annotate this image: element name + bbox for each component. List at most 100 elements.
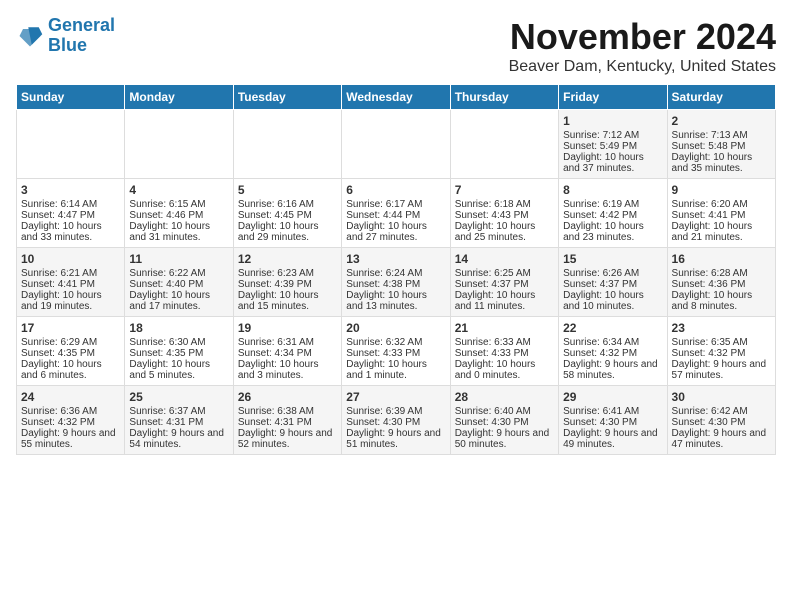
day-number: 30 (672, 390, 771, 404)
day-number: 6 (346, 183, 445, 197)
daylight-text: Daylight: 10 hours and 17 minutes. (129, 290, 228, 312)
calendar-cell: 22Sunrise: 6:34 AMSunset: 4:32 PMDayligh… (559, 317, 667, 386)
sunset-text: Sunset: 4:43 PM (455, 210, 554, 221)
calendar-cell (342, 110, 450, 179)
day-number: 10 (21, 252, 120, 266)
sunrise-text: Sunrise: 6:30 AM (129, 337, 228, 348)
sunset-text: Sunset: 4:33 PM (455, 348, 554, 359)
day-number: 7 (455, 183, 554, 197)
calendar-cell: 15Sunrise: 6:26 AMSunset: 4:37 PMDayligh… (559, 248, 667, 317)
sunrise-text: Sunrise: 7:12 AM (563, 130, 662, 141)
calendar-cell: 25Sunrise: 6:37 AMSunset: 4:31 PMDayligh… (125, 386, 233, 455)
day-header-thursday: Thursday (450, 85, 558, 110)
calendar-cell: 3Sunrise: 6:14 AMSunset: 4:47 PMDaylight… (17, 179, 125, 248)
calendar-cell (125, 110, 233, 179)
calendar-cell: 27Sunrise: 6:39 AMSunset: 4:30 PMDayligh… (342, 386, 450, 455)
calendar-cell: 19Sunrise: 6:31 AMSunset: 4:34 PMDayligh… (233, 317, 341, 386)
day-number: 26 (238, 390, 337, 404)
sunset-text: Sunset: 4:45 PM (238, 210, 337, 221)
calendar-cell: 26Sunrise: 6:38 AMSunset: 4:31 PMDayligh… (233, 386, 341, 455)
daylight-text: Daylight: 10 hours and 8 minutes. (672, 290, 771, 312)
day-number: 19 (238, 321, 337, 335)
day-number: 3 (21, 183, 120, 197)
daylight-text: Daylight: 10 hours and 0 minutes. (455, 359, 554, 381)
daylight-text: Daylight: 9 hours and 47 minutes. (672, 428, 771, 450)
day-number: 16 (672, 252, 771, 266)
week-row-5: 24Sunrise: 6:36 AMSunset: 4:32 PMDayligh… (17, 386, 776, 455)
daylight-text: Daylight: 9 hours and 51 minutes. (346, 428, 445, 450)
day-number: 8 (563, 183, 662, 197)
daylight-text: Daylight: 9 hours and 58 minutes. (563, 359, 662, 381)
sunrise-text: Sunrise: 7:13 AM (672, 130, 771, 141)
sunset-text: Sunset: 4:30 PM (346, 417, 445, 428)
daylight-text: Daylight: 9 hours and 57 minutes. (672, 359, 771, 381)
calendar-cell: 18Sunrise: 6:30 AMSunset: 4:35 PMDayligh… (125, 317, 233, 386)
daylight-text: Daylight: 10 hours and 5 minutes. (129, 359, 228, 381)
day-number: 20 (346, 321, 445, 335)
sunset-text: Sunset: 5:48 PM (672, 141, 771, 152)
calendar-cell: 9Sunrise: 6:20 AMSunset: 4:41 PMDaylight… (667, 179, 775, 248)
daylight-text: Daylight: 10 hours and 3 minutes. (238, 359, 337, 381)
day-number: 2 (672, 114, 771, 128)
day-number: 13 (346, 252, 445, 266)
sunset-text: Sunset: 4:46 PM (129, 210, 228, 221)
sunrise-text: Sunrise: 6:28 AM (672, 268, 771, 279)
week-row-3: 10Sunrise: 6:21 AMSunset: 4:41 PMDayligh… (17, 248, 776, 317)
sunrise-text: Sunrise: 6:26 AM (563, 268, 662, 279)
calendar-cell: 4Sunrise: 6:15 AMSunset: 4:46 PMDaylight… (125, 179, 233, 248)
sunrise-text: Sunrise: 6:24 AM (346, 268, 445, 279)
sunset-text: Sunset: 4:31 PM (238, 417, 337, 428)
logo: General Blue (16, 16, 115, 56)
sunrise-text: Sunrise: 6:40 AM (455, 406, 554, 417)
sunrise-text: Sunrise: 6:23 AM (238, 268, 337, 279)
sunset-text: Sunset: 4:31 PM (129, 417, 228, 428)
sunrise-text: Sunrise: 6:17 AM (346, 199, 445, 210)
day-header-friday: Friday (559, 85, 667, 110)
calendar-cell: 1Sunrise: 7:12 AMSunset: 5:49 PMDaylight… (559, 110, 667, 179)
calendar-cell: 11Sunrise: 6:22 AMSunset: 4:40 PMDayligh… (125, 248, 233, 317)
daylight-text: Daylight: 10 hours and 13 minutes. (346, 290, 445, 312)
sunset-text: Sunset: 4:35 PM (21, 348, 120, 359)
sunrise-text: Sunrise: 6:35 AM (672, 337, 771, 348)
sunset-text: Sunset: 4:30 PM (672, 417, 771, 428)
daylight-text: Daylight: 9 hours and 54 minutes. (129, 428, 228, 450)
day-number: 29 (563, 390, 662, 404)
day-number: 14 (455, 252, 554, 266)
day-number: 17 (21, 321, 120, 335)
day-number: 28 (455, 390, 554, 404)
calendar-table: SundayMondayTuesdayWednesdayThursdayFrid… (16, 84, 776, 455)
calendar-cell: 21Sunrise: 6:33 AMSunset: 4:33 PMDayligh… (450, 317, 558, 386)
calendar-cell (17, 110, 125, 179)
sunset-text: Sunset: 4:32 PM (672, 348, 771, 359)
day-number: 25 (129, 390, 228, 404)
calendar-cell (450, 110, 558, 179)
calendar-cell: 7Sunrise: 6:18 AMSunset: 4:43 PMDaylight… (450, 179, 558, 248)
day-number: 9 (672, 183, 771, 197)
day-header-monday: Monday (125, 85, 233, 110)
day-number: 27 (346, 390, 445, 404)
daylight-text: Daylight: 10 hours and 23 minutes. (563, 221, 662, 243)
logo-text: General Blue (48, 16, 115, 56)
sunrise-text: Sunrise: 6:34 AM (563, 337, 662, 348)
daylight-text: Daylight: 10 hours and 35 minutes. (672, 152, 771, 174)
daylight-text: Daylight: 10 hours and 25 minutes. (455, 221, 554, 243)
sunrise-text: Sunrise: 6:42 AM (672, 406, 771, 417)
daylight-text: Daylight: 9 hours and 50 minutes. (455, 428, 554, 450)
sunrise-text: Sunrise: 6:20 AM (672, 199, 771, 210)
sunset-text: Sunset: 4:30 PM (563, 417, 662, 428)
calendar-cell (233, 110, 341, 179)
sunrise-text: Sunrise: 6:38 AM (238, 406, 337, 417)
sunset-text: Sunset: 4:41 PM (21, 279, 120, 290)
calendar-cell: 6Sunrise: 6:17 AMSunset: 4:44 PMDaylight… (342, 179, 450, 248)
sunset-text: Sunset: 4:41 PM (672, 210, 771, 221)
day-header-tuesday: Tuesday (233, 85, 341, 110)
sunset-text: Sunset: 4:37 PM (563, 279, 662, 290)
sunset-text: Sunset: 4:40 PM (129, 279, 228, 290)
sunset-text: Sunset: 4:44 PM (346, 210, 445, 221)
day-number: 12 (238, 252, 337, 266)
logo-icon (16, 22, 44, 50)
day-number: 24 (21, 390, 120, 404)
daylight-text: Daylight: 10 hours and 10 minutes. (563, 290, 662, 312)
sunset-text: Sunset: 4:39 PM (238, 279, 337, 290)
sunrise-text: Sunrise: 6:36 AM (21, 406, 120, 417)
